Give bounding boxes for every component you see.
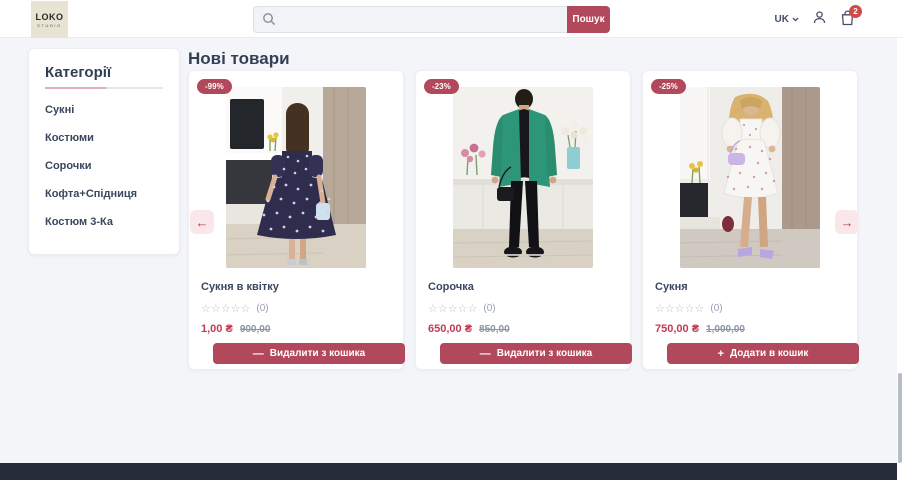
star-icon: ☆ — [201, 303, 211, 315]
star-icon: ☆ — [655, 303, 665, 315]
rating-count: (0) — [483, 302, 496, 314]
store-logo[interactable]: LOKO STUDIO — [31, 1, 68, 38]
header: LOKO STUDIO Пошук UK 2 — [0, 0, 903, 38]
sidebar-item-kofta-spidnytsya[interactable]: Кофта+Спідниця — [45, 188, 163, 200]
footer-bar — [0, 463, 903, 480]
rating-stars: ☆☆☆☆☆ — [655, 299, 704, 317]
star-icon: ☆ — [230, 303, 241, 315]
old-price: 900,00 — [239, 324, 271, 335]
product-card: -23% Сорочка ☆☆☆☆☆ (0) 650,00 ₴ 850,00 —… — [415, 70, 632, 370]
chevron-down-icon — [792, 14, 799, 25]
price-row: 750,00 ₴ 1,000,00 — [655, 323, 845, 335]
current-price: 650,00 ₴ — [428, 323, 473, 335]
remove-from-cart-button[interactable]: — Видалити з кошика — [213, 343, 405, 364]
product-title[interactable]: Сукня — [655, 281, 845, 293]
product-card: -99% Сукня в квітку ☆☆☆☆☆ (0) 1,00 ₴ 900… — [188, 70, 405, 370]
star-icon: ☆ — [428, 303, 438, 315]
current-price: 750,00 ₴ — [655, 323, 700, 335]
sidebar-item-kostyumy[interactable]: Костюми — [45, 132, 163, 144]
product-info: Сукня в квітку ☆☆☆☆☆ (0) 1,00 ₴ 900,00 —… — [189, 268, 405, 364]
search-input[interactable] — [253, 6, 567, 33]
star-icon: ☆ — [467, 303, 478, 315]
minus-icon: — — [252, 347, 264, 360]
header-controls: UK 2 — [775, 0, 862, 38]
discount-badge: -99% — [197, 79, 232, 94]
button-label: Видалити з кошика — [269, 348, 366, 359]
product-carousel: -99% Сукня в квітку ☆☆☆☆☆ (0) 1,00 ₴ 900… — [188, 70, 859, 370]
carousel-next-button[interactable]: → — [835, 210, 859, 234]
plus-icon: + — [717, 347, 725, 360]
scrollbar-thumb[interactable] — [898, 373, 902, 463]
old-price: 850,00 — [479, 324, 510, 335]
sidebar-item-sukni[interactable]: Сукні — [45, 104, 163, 116]
product-title[interactable]: Сукня в квітку — [201, 281, 391, 293]
sidebar-title-underline — [45, 87, 163, 89]
price-row: 1,00 ₴ 900,00 — [201, 323, 391, 335]
star-icon: ☆ — [694, 303, 705, 315]
cart-count-badge: 2 — [849, 4, 862, 18]
product-card: -25% Сукня ☆☆☆☆☆ (0) 750,00 ₴ 1,000,00 +… — [642, 70, 859, 370]
rating-count: (0) — [710, 302, 723, 314]
cart-button[interactable]: 2 — [840, 4, 862, 29]
button-label: Додати в кошик — [730, 348, 809, 359]
star-icon: ☆ — [684, 303, 695, 315]
scrollbar-track[interactable] — [897, 38, 903, 480]
remove-from-cart-button[interactable]: — Видалити з кошика — [440, 343, 632, 364]
star-icon: ☆ — [674, 303, 685, 315]
add-to-cart-button[interactable]: + Додати в кошик — [667, 343, 859, 364]
arrow-right-icon: → — [840, 214, 854, 230]
product-rating: ☆☆☆☆☆ (0) — [201, 299, 391, 317]
sidebar-item-sorochky[interactable]: Сорочки — [45, 160, 163, 172]
user-icon — [812, 10, 827, 28]
star-icon: ☆ — [457, 303, 468, 315]
star-icon: ☆ — [220, 303, 231, 315]
star-icon: ☆ — [447, 303, 458, 315]
search-box — [253, 6, 567, 33]
rating-count: (0) — [256, 302, 269, 314]
language-label: UK — [774, 13, 789, 25]
product-image[interactable] — [189, 87, 403, 268]
carousel-prev-button[interactable]: ← — [190, 210, 214, 234]
product-image[interactable] — [643, 87, 857, 268]
rating-stars: ☆☆☆☆☆ — [428, 299, 477, 317]
star-icon: ☆ — [210, 303, 221, 315]
account-button[interactable] — [812, 10, 827, 28]
discount-badge: -23% — [424, 79, 459, 94]
product-rating: ☆☆☆☆☆ (0) — [428, 299, 618, 317]
search-button[interactable]: Пошук — [567, 6, 610, 33]
price-row: 650,00 ₴ 850,00 — [428, 323, 618, 335]
categories-sidebar: Категорії Сукні Костюми Сорочки Кофта+Сп… — [28, 48, 180, 255]
rating-stars: ☆☆☆☆☆ — [201, 299, 250, 317]
page-title: Нові товари — [188, 49, 290, 68]
product-rating: ☆☆☆☆☆ (0) — [655, 299, 845, 317]
star-icon: ☆ — [437, 303, 448, 315]
product-image[interactable] — [416, 87, 630, 268]
old-price: 1,000,00 — [706, 324, 745, 335]
product-title[interactable]: Сорочка — [428, 281, 618, 293]
language-selector[interactable]: UK — [775, 14, 799, 25]
logo-subtext: STUDIO — [37, 22, 62, 28]
logo-text: LOKO — [35, 11, 64, 22]
button-label: Видалити з кошика — [496, 348, 593, 359]
sidebar-item-kostyum-3ka[interactable]: Костюм 3-Ка — [45, 216, 163, 228]
minus-icon: — — [479, 347, 491, 360]
star-icon: ☆ — [664, 303, 675, 315]
category-list: Сукні Костюми Сорочки Кофта+Спідниця Кос… — [45, 104, 163, 228]
discount-badge: -25% — [651, 79, 686, 94]
product-info: Сукня ☆☆☆☆☆ (0) 750,00 ₴ 1,000,00 + Дода… — [643, 268, 859, 364]
star-icon: ☆ — [240, 303, 251, 315]
sidebar-title: Категорії — [45, 64, 112, 81]
search-form: Пошук — [253, 6, 610, 33]
search-icon — [262, 12, 276, 26]
arrow-left-icon: ← — [195, 214, 209, 230]
current-price: 1,00 ₴ — [201, 323, 233, 335]
product-info: Сорочка ☆☆☆☆☆ (0) 650,00 ₴ 850,00 — Вида… — [416, 268, 632, 364]
